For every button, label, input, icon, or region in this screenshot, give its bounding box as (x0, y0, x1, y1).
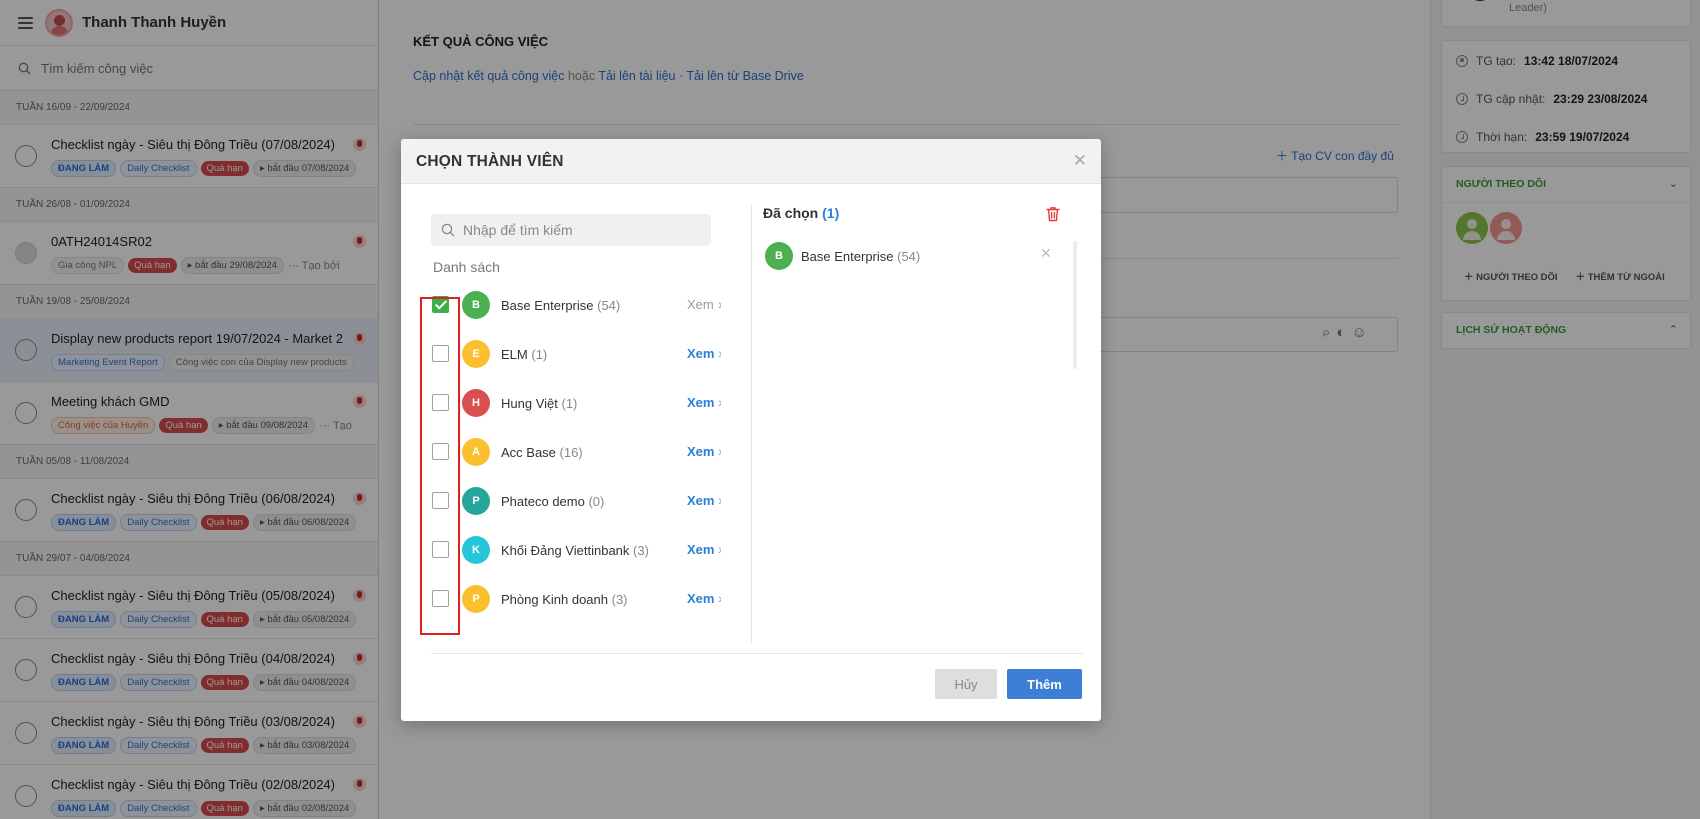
member-initial: B (472, 299, 480, 311)
member-initial: P (472, 495, 480, 507)
cancel-button[interactable]: Hủy (935, 669, 997, 699)
member-name-text: Khối Đảng Viettinbank (501, 543, 630, 558)
selected-item-count: (54) (897, 249, 921, 264)
select-member-dialog: CHỌN THÀNH VIÊN ✕ Danh sách B Base Enterp… (401, 139, 1101, 721)
member-search[interactable] (431, 214, 711, 246)
member-name-text: Phateco demo (501, 494, 585, 509)
trash-icon[interactable] (1046, 206, 1060, 222)
chevron-right-icon[interactable]: › (718, 345, 721, 361)
member-checkbox[interactable] (432, 590, 449, 607)
selected-initial: B (775, 250, 783, 262)
chevron-right-icon[interactable]: › (718, 443, 721, 459)
chevron-right-icon[interactable]: › (718, 492, 721, 508)
selected-title: Đã chọn (763, 205, 819, 221)
search-icon (441, 223, 455, 237)
divider (431, 653, 1083, 654)
view-link[interactable]: Xem (687, 591, 714, 606)
member-name: Base Enterprise (54) (501, 298, 620, 313)
member-avatar: K (462, 536, 490, 564)
add-button[interactable]: Thêm (1007, 669, 1082, 699)
dialog-title: CHỌN THÀNH VIÊN (416, 153, 564, 170)
selected-avatar: B (765, 242, 793, 270)
view-link[interactable]: Xem (687, 493, 714, 508)
member-checkbox[interactable] (432, 492, 449, 509)
member-avatar: P (462, 487, 490, 515)
member-count: (16) (559, 445, 583, 460)
selected-header: Đã chọn (1) (763, 205, 839, 221)
member-initial: P (472, 593, 480, 605)
member-name-text: Acc Base (501, 445, 556, 460)
member-checkbox[interactable] (432, 394, 449, 411)
member-count: (3) (633, 543, 649, 558)
member-avatar: P (462, 585, 490, 613)
selected-count: (1) (822, 205, 840, 221)
member-avatar: H (462, 389, 490, 417)
member-name-text: Phòng Kinh doanh (501, 592, 608, 607)
member-row[interactable]: E ELM (1) Xem › (419, 330, 721, 379)
chevron-right-icon[interactable]: › (718, 541, 721, 557)
member-count: (54) (597, 298, 621, 313)
chevron-right-icon[interactable]: › (718, 296, 721, 312)
member-avatar: E (462, 340, 490, 368)
chevron-right-icon[interactable]: › (718, 590, 721, 606)
member-count: (3) (611, 592, 628, 607)
selected-name: Base Enterprise (54) (801, 249, 920, 264)
member-row[interactable]: H Hung Việt (1) Xem › (419, 379, 721, 428)
member-initial: H (472, 397, 480, 409)
member-name-text: Base Enterprise (501, 298, 594, 313)
member-row[interactable]: K Khối Đảng Viettinbank (3) Xem › (419, 526, 721, 575)
member-count: (1) (531, 347, 548, 362)
member-initial: K (472, 544, 480, 556)
member-name: Phòng Kinh doanh (3) (501, 592, 628, 607)
view-link[interactable]: Xem (687, 346, 714, 361)
member-name: ELM (1) (501, 347, 547, 362)
member-search-input[interactable] (463, 222, 693, 238)
member-checkbox[interactable] (432, 296, 449, 313)
scrollbar[interactable] (1073, 241, 1077, 369)
view-link[interactable]: Xem (687, 444, 714, 459)
member-name: Phateco demo (0) (501, 494, 604, 509)
close-icon[interactable]: ✕ (1073, 151, 1087, 171)
member-count: (0) (588, 494, 605, 509)
list-title: Danh sách (433, 259, 500, 275)
member-name: Khối Đảng Viettinbank (3) (501, 543, 649, 558)
selected-item: B Base Enterprise (54) (763, 242, 1043, 272)
remove-selected-icon[interactable]: ✕ (1040, 245, 1052, 262)
divider (751, 204, 752, 644)
member-checkbox[interactable] (432, 541, 449, 558)
member-row[interactable]: B Base Enterprise (54) Xem › (419, 281, 721, 330)
member-name-text: ELM (501, 347, 528, 362)
member-name-text: Hung Việt (501, 396, 558, 411)
member-row[interactable]: A Acc Base (16) Xem › (419, 428, 721, 477)
member-name: Acc Base (16) (501, 445, 583, 460)
member-row[interactable]: P Phòng Kinh doanh (3) Xem › (419, 575, 721, 624)
member-checkbox[interactable] (432, 345, 449, 362)
dialog-header: CHỌN THÀNH VIÊN ✕ (401, 139, 1101, 184)
member-avatar: B (462, 291, 490, 319)
view-link[interactable]: Xem (687, 297, 714, 312)
chevron-right-icon[interactable]: › (718, 394, 721, 410)
member-avatar: A (462, 438, 490, 466)
member-checkbox[interactable] (432, 443, 449, 460)
member-count: (1) (561, 396, 578, 411)
member-initial: A (472, 446, 480, 458)
member-row[interactable]: P Phateco demo (0) Xem › (419, 477, 721, 526)
selected-name-text: Base Enterprise (801, 249, 894, 264)
member-list: B Base Enterprise (54) Xem › E ELM (1) Xem › H Hu… (419, 281, 721, 721)
view-link[interactable]: Xem (687, 542, 714, 557)
member-initial: E (472, 348, 480, 360)
member-name: Hung Việt (1) (501, 396, 577, 411)
view-link[interactable]: Xem (687, 395, 714, 410)
